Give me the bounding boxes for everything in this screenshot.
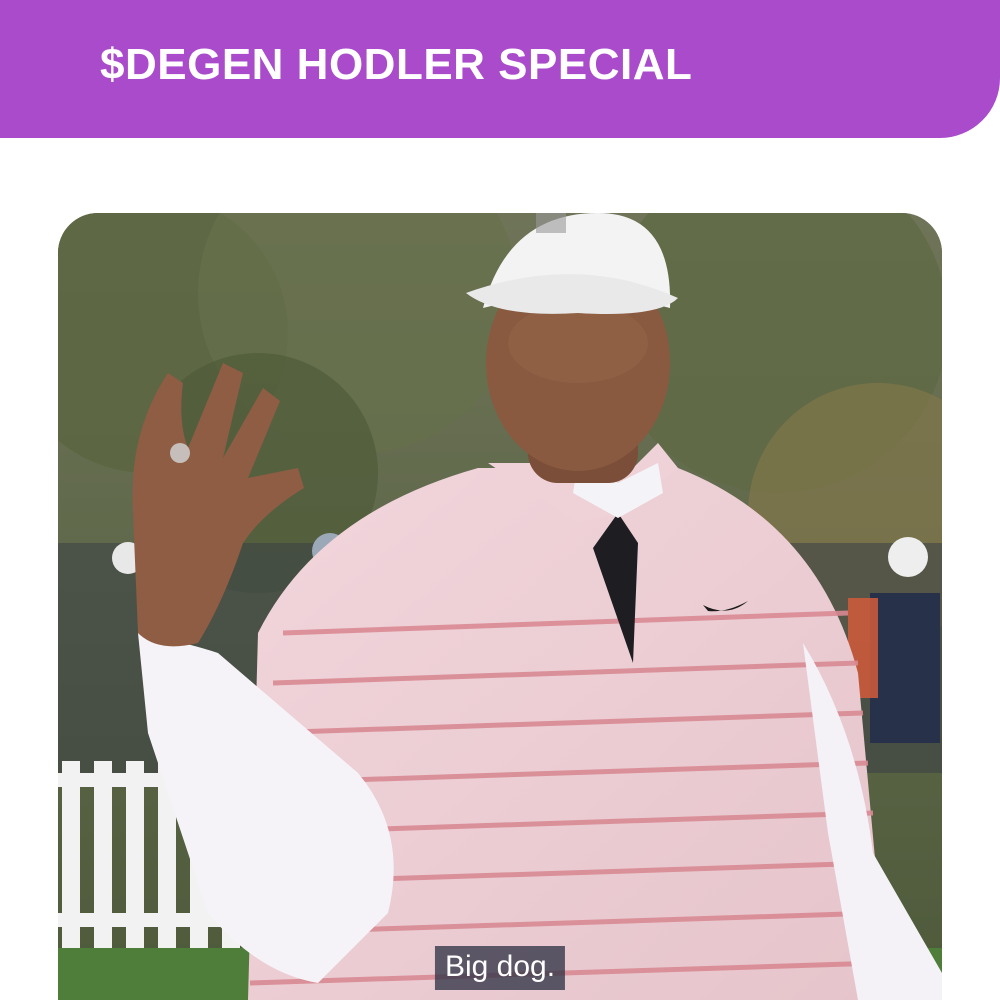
video-frame[interactable]: Big dog. xyxy=(58,213,942,1000)
video-still xyxy=(58,213,942,1000)
header-banner: $DEGEN HODLER SPECIAL xyxy=(0,0,1000,138)
video-caption: Big dog. xyxy=(434,946,566,990)
banner-title: $DEGEN HODLER SPECIAL xyxy=(100,40,693,89)
